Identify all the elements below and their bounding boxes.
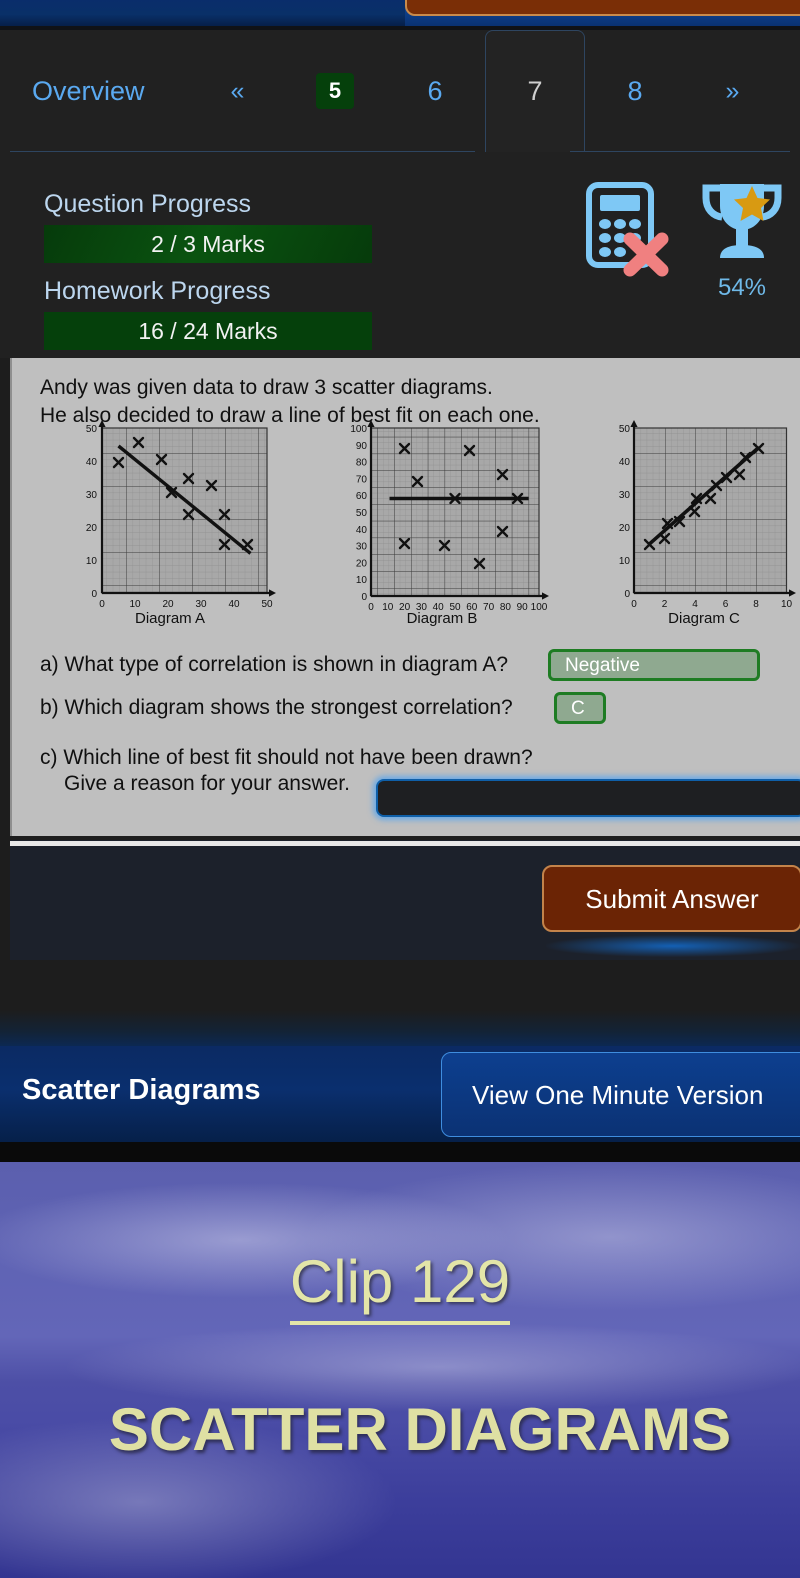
tab-question-7-label: 7 <box>527 76 543 106</box>
submit-button-glow <box>546 935 800 957</box>
svg-text:10: 10 <box>86 556 98 567</box>
submit-answer-button[interactable]: Submit Answer <box>542 865 800 932</box>
svg-text:0: 0 <box>91 589 97 600</box>
scatter-diagram-a-caption: Diagram A <box>134 610 206 627</box>
tab-question-8[interactable]: 8 <box>585 30 685 152</box>
tab-question-6[interactable]: 6 <box>385 30 485 152</box>
tab-overview-label: Overview <box>32 75 145 106</box>
homework-progress-value: 16 / 24 Marks <box>138 317 278 344</box>
tab-next-button[interactable]: » <box>685 30 780 152</box>
svg-text:50: 50 <box>619 424 631 435</box>
video-clip-label: Clip 129 <box>0 1248 800 1325</box>
chevron-right-icon: » <box>725 76 740 105</box>
answer-part-b[interactable]: C <box>554 692 606 724</box>
question-card: Andy was given data to draw 3 scatter di… <box>10 358 800 836</box>
top-cutoff-button[interactable] <box>405 0 800 16</box>
answer-part-a[interactable]: Negative <box>548 649 760 681</box>
svg-text:10: 10 <box>129 599 141 610</box>
question-part-a-text: a) What type of correlation is shown in … <box>40 653 509 676</box>
svg-text:10: 10 <box>781 599 793 610</box>
answer-part-a-value: Negative <box>565 654 640 676</box>
card-divider <box>10 841 800 846</box>
trophy-percentage: 54% <box>717 274 767 301</box>
chevron-left-icon: « <box>230 76 245 105</box>
svg-text:4: 4 <box>692 599 698 610</box>
progress-panel: Question Progress 2 / 3 Marks Homework P… <box>0 152 800 358</box>
svg-text:30: 30 <box>86 490 98 501</box>
title-bar-shadow <box>0 1142 800 1162</box>
calculator-not-allowed-icon <box>586 182 669 277</box>
scatter-diagrams-group: 50 40 30 20 10 0 0 10 20 30 40 50 Diagra… <box>12 420 800 627</box>
svg-text:6: 6 <box>723 599 729 610</box>
question-progress-bar: 2 / 3 Marks <box>44 225 372 263</box>
svg-text:50: 50 <box>261 599 273 610</box>
question-part-c-text: c) Which line of best fit should not hav… <box>40 746 533 769</box>
question-part-b-text: b) Which diagram shows the strongest cor… <box>40 696 513 719</box>
footer-gradient <box>0 1010 800 1046</box>
svg-text:30: 30 <box>356 542 368 553</box>
svg-text:40: 40 <box>619 457 631 468</box>
video-title: SCATTER DIAGRAMS <box>108 1396 732 1463</box>
svg-text:40: 40 <box>356 525 368 536</box>
svg-text:0: 0 <box>99 599 105 610</box>
submit-answer-label: Submit Answer <box>585 883 759 914</box>
svg-text:8: 8 <box>753 599 759 610</box>
scatter-diagram-a: 50 40 30 20 10 0 0 10 20 30 40 50 Diagra… <box>60 420 280 627</box>
svg-text:50: 50 <box>86 424 98 435</box>
svg-text:40: 40 <box>228 599 240 610</box>
question-part-c-subtext: Give a reason for your answer. <box>64 772 350 795</box>
scatter-diagram-b: 100 90 80 70 60 50 40 30 20 10 0 0 10 20 30 40 5… <box>327 420 557 627</box>
svg-text:30: 30 <box>619 490 631 501</box>
scatter-diagram-c-caption: Diagram C <box>668 610 740 627</box>
svg-text:0: 0 <box>624 589 630 600</box>
answer-part-b-value: C <box>571 697 585 719</box>
tab-question-7[interactable]: 7 <box>485 30 585 152</box>
answer-part-c-input[interactable] <box>376 779 800 817</box>
svg-text:0: 0 <box>361 592 367 603</box>
video-thumbnail[interactable] <box>0 1162 800 1578</box>
svg-text:40: 40 <box>86 457 98 468</box>
svg-text:20: 20 <box>162 599 174 610</box>
svg-text:0: 0 <box>631 599 637 610</box>
question-stem-line-1: Andy was given data to draw 3 scatter di… <box>40 376 493 399</box>
homework-progress-bar: 16 / 24 Marks <box>44 312 372 350</box>
tab-question-5[interactable]: 5 <box>285 30 385 152</box>
topic-title: Scatter Diagrams <box>22 1074 261 1106</box>
svg-text:20: 20 <box>356 558 368 569</box>
svg-text:30: 30 <box>195 599 207 610</box>
scatter-diagram-c: 50 40 30 20 10 0 0 2 4 6 8 10 Diagram C <box>604 420 800 627</box>
svg-text:100: 100 <box>350 424 367 435</box>
tab-question-8-label: 8 <box>627 75 643 106</box>
question-tab-bar: Overview « 5 6 7 8 » <box>0 30 800 152</box>
tab-question-5-label: 5 <box>315 73 355 109</box>
svg-text:20: 20 <box>86 523 98 534</box>
app-page: Overview « 5 6 7 8 » Question Progress 2… <box>0 0 800 1578</box>
svg-text:60: 60 <box>356 491 368 502</box>
spacer <box>0 960 800 1010</box>
tab-question-6-label: 6 <box>427 75 443 106</box>
svg-text:80: 80 <box>356 458 368 469</box>
video-clip-label-text: Clip 129 <box>289 1248 511 1325</box>
svg-text:10: 10 <box>619 556 631 567</box>
top-strip <box>0 0 800 30</box>
question-progress-value: 2 / 3 Marks <box>151 230 265 257</box>
tab-overview[interactable]: Overview <box>10 30 190 152</box>
svg-text:2: 2 <box>662 599 668 610</box>
trophy-star-icon <box>702 184 782 258</box>
svg-text:90: 90 <box>356 441 368 452</box>
question-progress-label: Question Progress <box>44 190 252 218</box>
tab-prev-button[interactable]: « <box>190 30 285 152</box>
scatter-diagram-b-caption: Diagram B <box>406 610 478 627</box>
svg-text:70: 70 <box>356 474 368 485</box>
view-one-minute-version-label: View One Minute Version <box>472 1079 764 1110</box>
svg-text:10: 10 <box>356 575 368 586</box>
view-one-minute-version-button[interactable]: View One Minute Version <box>441 1052 800 1137</box>
svg-text:50: 50 <box>356 508 368 519</box>
homework-progress-label: Homework Progress <box>44 277 271 305</box>
svg-text:20: 20 <box>619 523 631 534</box>
